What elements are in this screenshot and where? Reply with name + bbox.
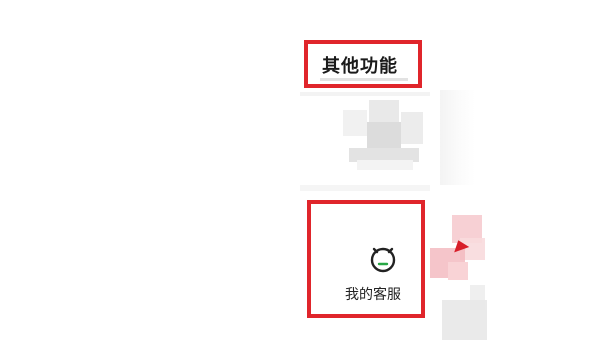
blurred-region	[440, 90, 475, 185]
divider	[300, 92, 430, 96]
mosaic-block	[357, 160, 413, 170]
page-background	[0, 0, 300, 350]
mosaic-block	[401, 112, 423, 144]
blurred-region	[448, 262, 468, 280]
section-title-highlight: 其他功能	[304, 40, 422, 88]
customer-service-robot-icon	[365, 240, 401, 276]
service-label: 我的客服	[345, 287, 401, 303]
my-customer-service-button[interactable]: 我的客服	[307, 200, 425, 318]
title-underline	[320, 78, 408, 81]
mosaic-block	[369, 100, 399, 122]
blurred-region	[442, 300, 487, 340]
mosaic-block	[343, 110, 367, 136]
mosaic-block	[367, 122, 401, 148]
divider	[300, 185, 430, 191]
pixelated-item[interactable]	[343, 100, 425, 172]
section-title: 其他功能	[322, 56, 398, 77]
